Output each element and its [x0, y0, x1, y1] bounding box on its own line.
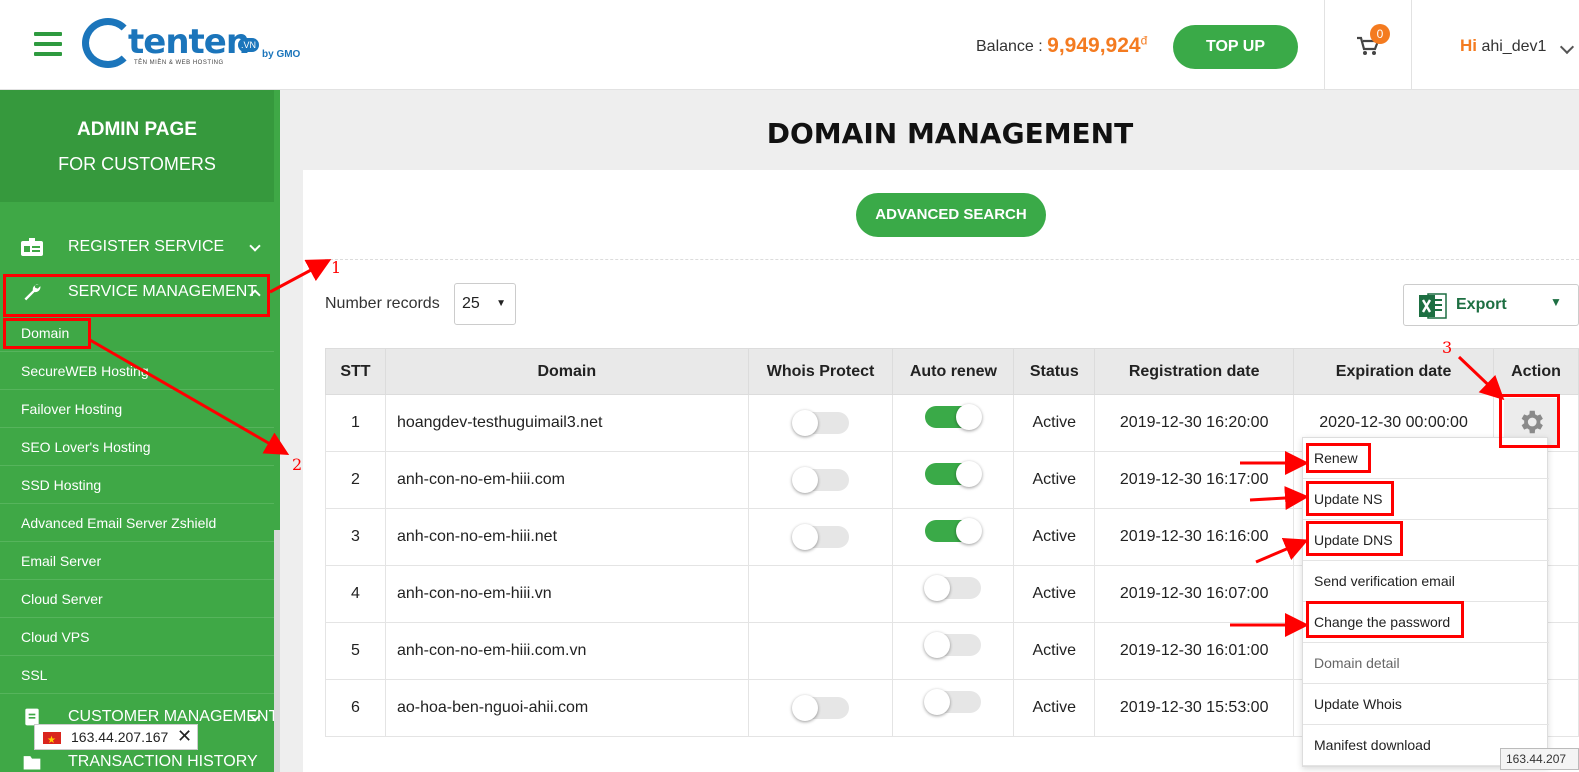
arrow-2: [89, 338, 290, 455]
arrow-1: [269, 259, 332, 294]
arrow-3: [1457, 355, 1505, 401]
annotation-arrows: [89, 259, 1505, 637]
arrow-update-ns: [1249, 486, 1309, 510]
arrow-update-dns: [1255, 538, 1309, 564]
